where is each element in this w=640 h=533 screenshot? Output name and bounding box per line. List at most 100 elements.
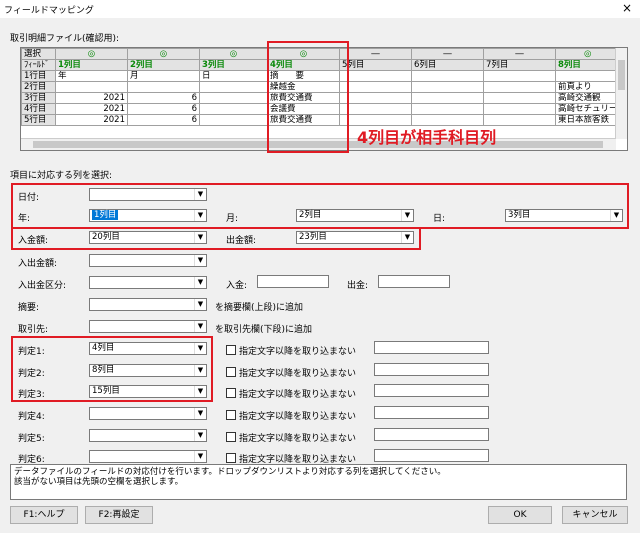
out-input[interactable] — [378, 275, 450, 288]
day-label: 日: — [433, 214, 446, 224]
judge-label: 判定2: — [18, 369, 45, 379]
chevron-down-icon[interactable]: ▼ — [194, 365, 206, 376]
chevron-down-icon[interactable]: ▼ — [194, 343, 206, 354]
judge-checkbox[interactable] — [226, 388, 236, 398]
judge-checkbox[interactable] — [226, 367, 236, 377]
chevron-down-icon[interactable]: ▼ — [194, 386, 206, 397]
vertical-scrollbar[interactable] — [615, 48, 627, 139]
chevron-down-icon[interactable]: ▼ — [401, 210, 413, 221]
field-header: 1列目 — [55, 59, 128, 71]
chevron-down-icon[interactable]: ▼ — [194, 451, 206, 462]
table-cell — [483, 103, 556, 115]
ok-button[interactable]: OK — [488, 506, 552, 524]
title-bar: フィールドマッピング × — [0, 0, 640, 18]
table-cell: 前頁より — [555, 81, 621, 93]
judge-check-label: 指定文字以降を取り込まない — [239, 412, 357, 422]
table-cell: 6 — [127, 92, 200, 104]
judge-checkbox[interactable] — [226, 432, 236, 442]
table-cell — [411, 103, 484, 115]
chevron-down-icon[interactable]: ▼ — [194, 408, 206, 419]
table-cell — [55, 81, 128, 93]
table-cell — [555, 70, 621, 82]
judge-checkbox[interactable] — [226, 410, 236, 420]
judge-select[interactable]: 8列目 ▼ — [89, 364, 207, 377]
select-mark[interactable]: ― — [339, 48, 412, 60]
close-icon[interactable]: × — [622, 1, 632, 15]
date-select[interactable]: ▼ — [89, 188, 207, 201]
judge-checkbox[interactable] — [226, 453, 236, 463]
chevron-down-icon[interactable]: ▼ — [194, 255, 206, 266]
out-label: 出金: — [347, 281, 369, 291]
field-header: 3列目 — [199, 59, 268, 71]
section-label: 取引明細ファイル(確認用): — [10, 34, 120, 44]
table-cell — [483, 81, 556, 93]
judge-text-input[interactable] — [374, 428, 489, 441]
chevron-down-icon[interactable]: ▼ — [194, 430, 206, 441]
inout-type-label: 入出金区分: — [18, 281, 67, 291]
field-header: 8列目 — [555, 59, 621, 71]
inout-type-select[interactable]: ▼ — [89, 276, 207, 289]
judge-check-label: 指定文字以降を取り込まない — [239, 369, 357, 379]
judge-select[interactable]: ▼ — [89, 450, 207, 463]
judge-text-input[interactable] — [374, 406, 489, 419]
summary-select[interactable]: ▼ — [89, 298, 207, 311]
table-cell — [339, 81, 412, 93]
month-select[interactable]: 2列目 ▼ — [296, 209, 414, 222]
withdrawal-select[interactable]: 23列目 ▼ — [296, 231, 414, 244]
month-label: 月: — [226, 214, 239, 224]
judge-select[interactable]: ▼ — [89, 429, 207, 442]
table-cell: 高崎セチュリー — [555, 103, 621, 115]
select-mark[interactable]: ◎ — [555, 48, 621, 60]
chevron-down-icon[interactable]: ▼ — [401, 232, 413, 243]
judge-text-input[interactable] — [374, 384, 489, 397]
judge-select[interactable]: 4列目 ▼ — [89, 342, 207, 355]
chevron-down-icon[interactable]: ▼ — [194, 210, 206, 221]
chevron-down-icon[interactable]: ▼ — [194, 277, 206, 288]
table-cell: 月 — [127, 70, 200, 82]
judge-text-input[interactable] — [374, 363, 489, 376]
chevron-down-icon[interactable]: ▼ — [610, 210, 622, 221]
table-cell — [411, 92, 484, 104]
table-cell — [199, 92, 268, 104]
table-cell — [199, 81, 268, 93]
judge-text-input[interactable] — [374, 449, 489, 462]
judge-select[interactable]: 15列目 ▼ — [89, 385, 207, 398]
table-cell — [411, 70, 484, 82]
table-cell — [339, 70, 412, 82]
field-header: 7列目 — [483, 59, 556, 71]
in-input[interactable] — [257, 275, 329, 288]
partner-select[interactable]: ▼ — [89, 320, 207, 333]
table-cell — [339, 92, 412, 104]
judge-checkbox[interactable] — [226, 345, 236, 355]
inout-amount-select[interactable]: ▼ — [89, 254, 207, 267]
scroll-thumb[interactable] — [618, 60, 625, 90]
help-button[interactable]: F1:ヘルプ — [10, 506, 78, 524]
chevron-down-icon[interactable]: ▼ — [194, 321, 206, 332]
window-title: フィールドマッピング — [4, 6, 94, 16]
table-cell — [339, 103, 412, 115]
judge-select[interactable]: ▼ — [89, 407, 207, 420]
table-cell: 2021 — [55, 92, 128, 104]
day-select[interactable]: 3列目 ▼ — [505, 209, 623, 222]
chevron-down-icon[interactable]: ▼ — [194, 299, 206, 310]
corner-field: ﾌｨｰﾙﾄﾞ — [21, 59, 56, 71]
table-cell: 日 — [199, 70, 268, 82]
select-mark[interactable]: ― — [411, 48, 484, 60]
judge-text-input[interactable] — [374, 341, 489, 354]
row-label: 2行目 — [21, 81, 56, 93]
year-select[interactable]: 1列目 ▼ — [89, 209, 207, 222]
chevron-down-icon[interactable]: ▼ — [194, 189, 206, 200]
deposit-select[interactable]: 20列目 ▼ — [89, 231, 207, 244]
select-mark[interactable]: ◎ — [199, 48, 268, 60]
corner-select: 選択 — [21, 48, 56, 60]
select-mark[interactable]: ― — [483, 48, 556, 60]
reset-button[interactable]: F2:再設定 — [85, 506, 153, 524]
table-cell: 6 — [127, 103, 200, 115]
chevron-down-icon[interactable]: ▼ — [194, 232, 206, 243]
table-cell: 2021 — [55, 114, 128, 126]
cancel-button[interactable]: キャンセル — [562, 506, 628, 524]
select-mark[interactable]: ◎ — [55, 48, 128, 60]
field-header: 5列目 — [339, 59, 412, 71]
row-label: 5行目 — [21, 114, 56, 126]
select-mark[interactable]: ◎ — [127, 48, 200, 60]
